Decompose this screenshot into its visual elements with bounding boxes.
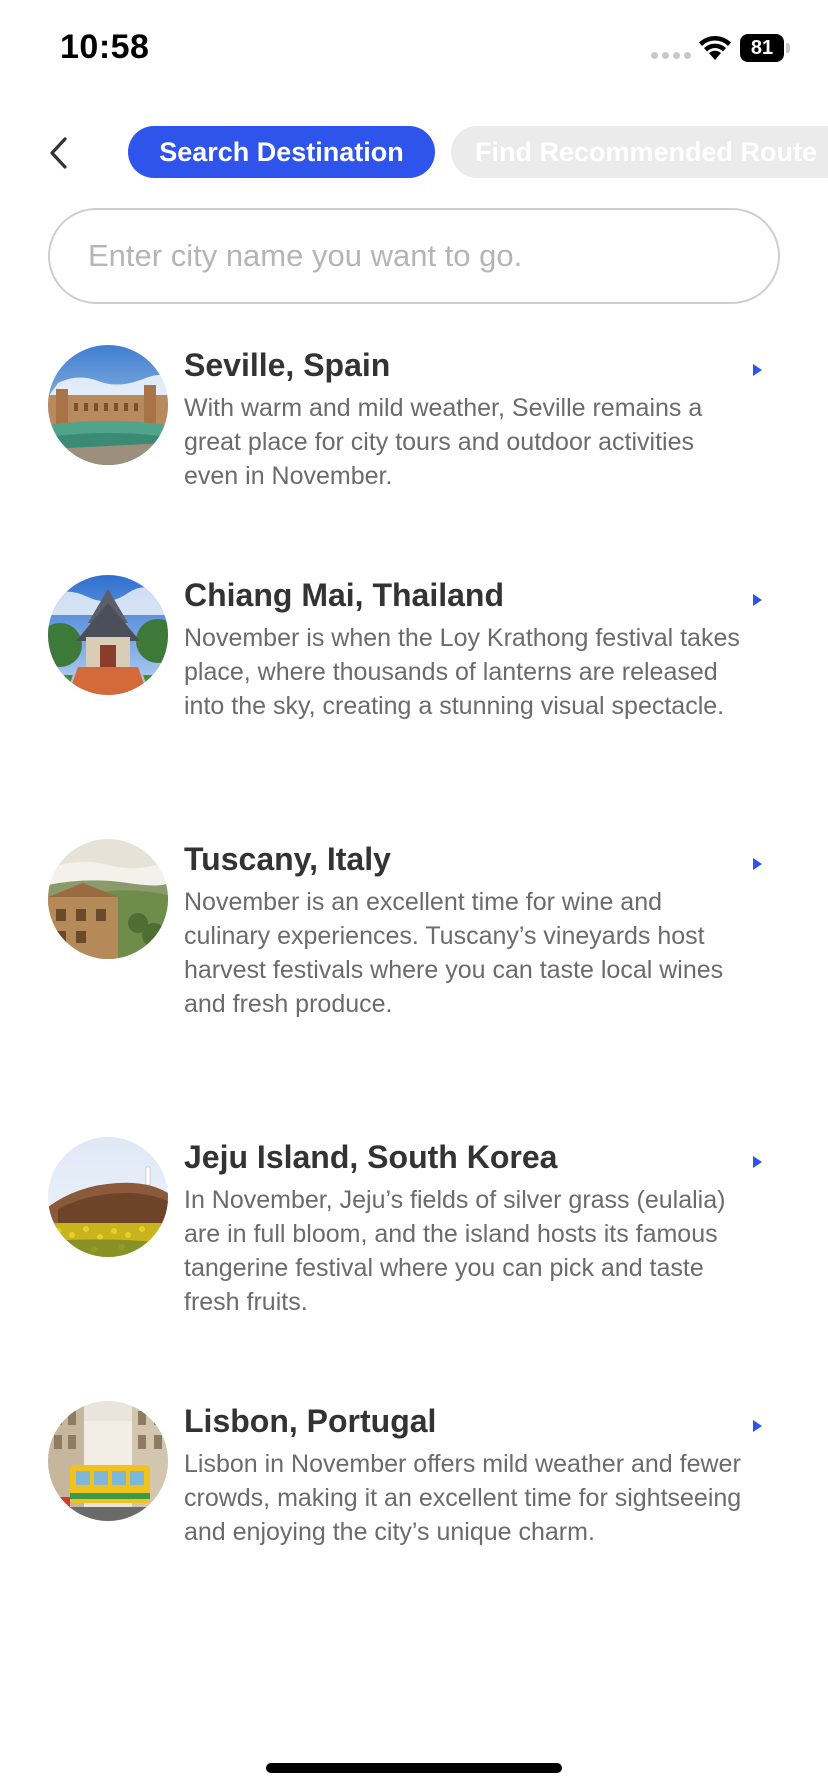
list-item-title: Seville, Spain bbox=[184, 347, 391, 383]
list-item-jeju-island[interactable]: Jeju Island, South Korea In November, Je… bbox=[0, 1137, 828, 1327]
caret-right-icon[interactable] bbox=[750, 1154, 764, 1170]
jeju-island-photo bbox=[48, 1137, 168, 1257]
chiang-mai-photo bbox=[48, 575, 168, 695]
caret-right-icon[interactable] bbox=[750, 592, 764, 608]
list-item-chiang-mai[interactable]: Chiang Mai, Thailand November is when th… bbox=[0, 575, 828, 765]
search-box[interactable] bbox=[48, 208, 780, 304]
list-item-lisbon[interactable]: Lisbon, Portugal Lisbon in November offe… bbox=[0, 1401, 828, 1591]
cellular-signal-icon bbox=[651, 52, 691, 62]
list-item-title: Lisbon, Portugal bbox=[184, 1403, 437, 1439]
list-item-description: With warm and mild weather, Seville rema… bbox=[184, 394, 703, 490]
caret-right-icon[interactable] bbox=[750, 1418, 764, 1434]
list-item-description: Lisbon in November offers mild weather a… bbox=[184, 1450, 742, 1546]
tab-search-destination[interactable]: Search Destination bbox=[128, 126, 435, 178]
caret-right-icon[interactable] bbox=[750, 856, 764, 872]
list-item-description: November is an excellent time for wine a… bbox=[184, 888, 724, 1018]
lisbon-photo bbox=[48, 1401, 168, 1521]
list-item-title: Tuscany, Italy bbox=[184, 841, 391, 877]
list-item-title: Jeju Island, South Korea bbox=[184, 1139, 558, 1175]
search-input[interactable] bbox=[88, 238, 728, 274]
list-item-description: In November, Jeju’s fields of silver gra… bbox=[184, 1186, 726, 1316]
caret-right-icon[interactable] bbox=[750, 362, 764, 378]
chevron-left-icon bbox=[50, 137, 67, 169]
wifi-icon bbox=[699, 36, 731, 60]
tuscany-photo bbox=[48, 839, 168, 959]
home-indicator[interactable] bbox=[266, 1763, 562, 1773]
list-item-seville[interactable]: Seville, Spain With warm and mild weathe… bbox=[0, 345, 828, 495]
battery-level: 81 bbox=[740, 34, 784, 62]
back-button[interactable] bbox=[40, 130, 76, 176]
battery-icon: 81 bbox=[740, 34, 790, 62]
list-item-tuscany[interactable]: Tuscany, Italy November is an excellent … bbox=[0, 839, 828, 1059]
seville-photo bbox=[48, 345, 168, 465]
status-bar: 10:58 81 bbox=[0, 0, 828, 100]
tab-find-recommended-route[interactable]: Find Recommended Route bbox=[451, 126, 828, 178]
screen: 10:58 81 Search Destination Find Recomme… bbox=[0, 0, 828, 1792]
status-time: 10:58 bbox=[60, 28, 150, 66]
list-item-title: Chiang Mai, Thailand bbox=[184, 577, 505, 613]
list-item-description: November is when the Loy Krathong festiv… bbox=[184, 624, 740, 720]
